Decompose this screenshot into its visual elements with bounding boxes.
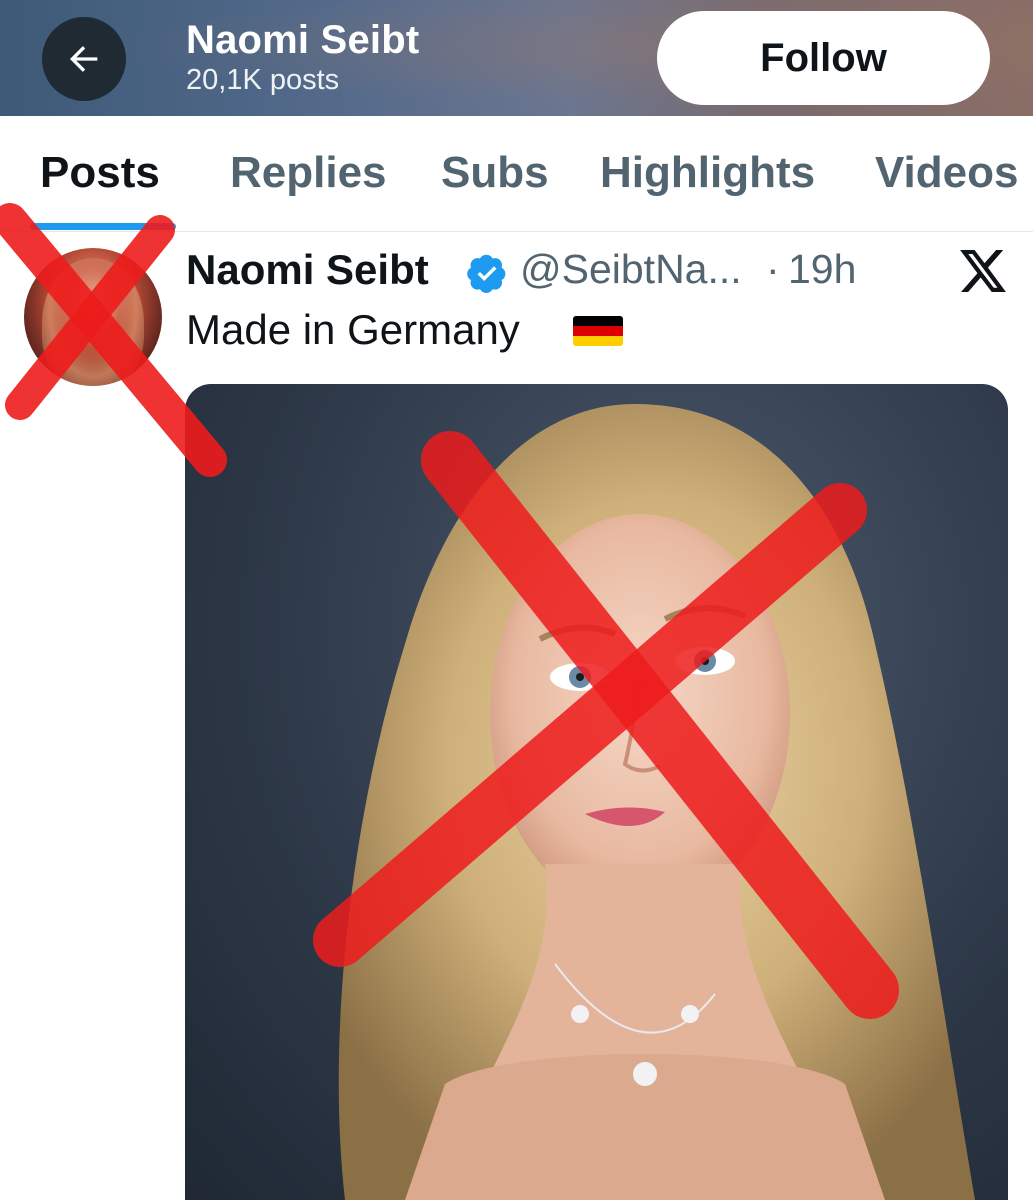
profile-name: Naomi Seibt [186, 18, 420, 62]
post-media-image[interactable] [185, 384, 1008, 1200]
tab-posts[interactable]: Posts [40, 148, 160, 198]
portrait-photo [338, 404, 976, 1200]
tab-videos[interactable]: Videos [875, 148, 1018, 198]
post-text: Made in Germany [186, 306, 520, 353]
post-author-handle[interactable]: @SeibtNa... [520, 246, 742, 293]
post-author-name[interactable]: Naomi Seibt [186, 246, 429, 294]
post[interactable]: Naomi Seibt @SeibtNa... · 19h Made in Ge… [0, 232, 1033, 1200]
active-tab-indicator [30, 223, 176, 230]
post-timestamp[interactable]: 19h [788, 246, 856, 293]
arrow-left-icon [70, 46, 98, 72]
tab-subs[interactable]: Subs [441, 148, 549, 198]
profile-header: Naomi Seibt 20,1K posts Follow [0, 0, 1033, 116]
x-logo-icon [960, 250, 1006, 292]
germany-flag-icon [573, 316, 623, 346]
profile-tabs: Posts Replies Subs Highlights Videos [0, 116, 1033, 232]
back-button[interactable] [42, 17, 126, 101]
post-count: 20,1K posts [186, 64, 340, 96]
avatar[interactable] [24, 248, 162, 386]
tab-highlights[interactable]: Highlights [600, 148, 815, 198]
verified-badge-icon [467, 254, 506, 293]
follow-button[interactable]: Follow [657, 11, 990, 105]
tab-replies[interactable]: Replies [230, 148, 387, 198]
meta-separator: · [766, 246, 780, 292]
